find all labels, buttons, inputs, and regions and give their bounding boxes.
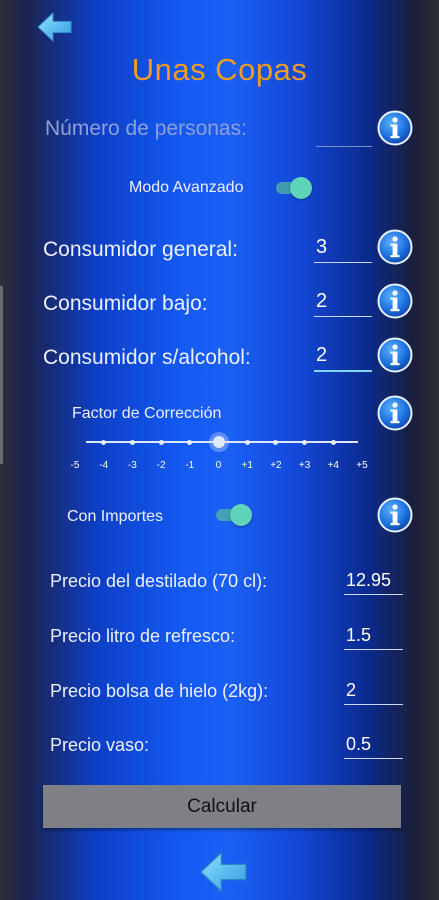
precio-vaso-field[interactable]: [344, 734, 403, 759]
info-icon[interactable]: [377, 497, 413, 533]
factor-tick-label: +4: [327, 460, 339, 471]
toggle-thumb: [230, 504, 252, 526]
factor-step-dot[interactable]: [273, 439, 279, 445]
info-icon[interactable]: [377, 283, 413, 319]
factor-step-dot[interactable]: [129, 439, 135, 445]
factor-step-dot[interactable]: [330, 439, 336, 445]
con-importes-toggle[interactable]: [216, 504, 252, 526]
info-icon[interactable]: [377, 110, 413, 146]
toggle-thumb: [290, 177, 312, 199]
factor-tick-label: +2: [270, 460, 282, 471]
factor-tick-label: -2: [156, 460, 166, 471]
factor-tick-label: +1: [241, 460, 253, 471]
precio-refresco-label: Precio litro de refresco:: [50, 626, 236, 646]
factor-step-dot[interactable]: [244, 439, 250, 445]
consumidor-sin-alcohol-field[interactable]: [314, 344, 372, 372]
modo-avanzado-toggle[interactable]: [276, 177, 312, 199]
factor-label: Factor de Corrección: [72, 405, 222, 422]
factor-tick-label: -5: [70, 460, 80, 471]
precio-destilado-field[interactable]: [344, 570, 403, 595]
modo-avanzado-label: Modo Avanzado: [129, 179, 244, 196]
info-icon[interactable]: [377, 337, 413, 373]
calcular-button[interactable]: Calcular: [43, 785, 401, 828]
factor-step-dot[interactable]: [158, 439, 164, 445]
consumidor-general-label: Consumidor general:: [43, 238, 238, 261]
back-arrow-icon[interactable]: [36, 10, 74, 44]
factor-slider-thumb[interactable]: [212, 436, 225, 448]
info-icon[interactable]: [377, 395, 413, 431]
page-title: Unas Copas: [131, 52, 308, 87]
factor-tick-label: -1: [185, 460, 195, 471]
personas-label: Número de personas:: [45, 117, 247, 140]
precio-vaso-label: Precio vaso:: [50, 735, 150, 755]
factor-tick-label: +5: [356, 460, 368, 471]
factor-step-dot[interactable]: [302, 439, 308, 445]
personas-field[interactable]: [316, 120, 372, 147]
consumidor-sin-alcohol-label: Consumidor s/alcohol:: [43, 346, 251, 369]
consumidor-bajo-label: Consumidor bajo:: [43, 292, 208, 315]
factor-tick-label: -3: [127, 460, 137, 471]
precio-hielo-field[interactable]: [344, 680, 403, 705]
factor-tick-label: +3: [298, 460, 311, 471]
con-importes-label: Con Importes: [67, 508, 164, 525]
factor-tick-label: 0: [215, 460, 222, 471]
precio-destilado-label: Precio del destilado (70 cl):: [50, 571, 268, 591]
precio-refresco-field[interactable]: [344, 625, 403, 650]
precio-hielo-label: Precio bolsa de hielo (2kg):: [50, 681, 269, 701]
back-arrow-icon[interactable]: [198, 850, 250, 894]
info-icon[interactable]: [377, 229, 413, 265]
factor-tick-label: -4: [99, 460, 109, 471]
consumidor-general-field[interactable]: [314, 236, 372, 263]
factor-step-dot[interactable]: [101, 439, 107, 445]
edge-indicator: [0, 286, 3, 464]
consumidor-bajo-field[interactable]: [314, 290, 372, 317]
factor-step-dot[interactable]: [187, 439, 193, 445]
